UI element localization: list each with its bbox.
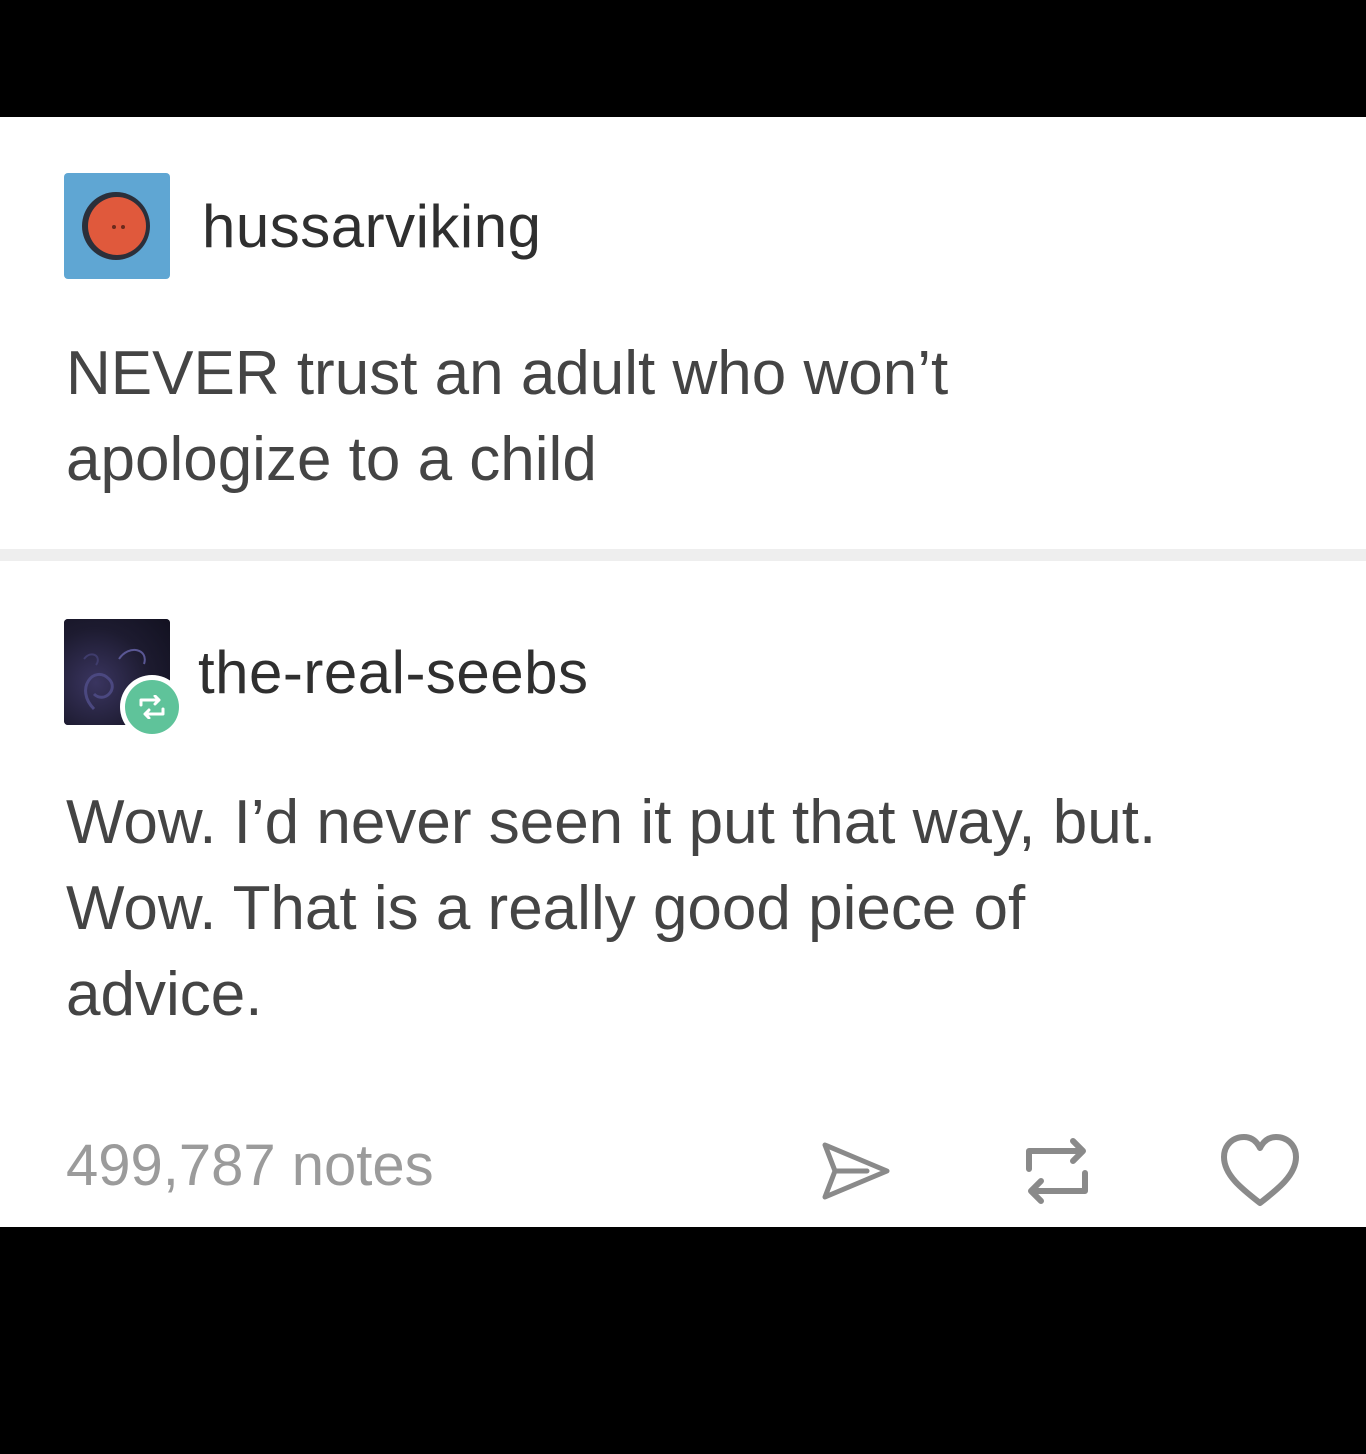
original-post: hussarviking NEVER trust an adult who wo… [0, 117, 1366, 549]
planet-face [88, 197, 146, 255]
post-divider [0, 549, 1366, 561]
username[interactable]: the-real-seebs [198, 638, 589, 707]
screenshot-frame: hussarviking NEVER trust an adult who wo… [0, 0, 1366, 1454]
reblog-icon [1026, 1138, 1088, 1204]
reblog-arrows-icon [139, 695, 165, 719]
share-icon [822, 1142, 890, 1200]
post-text-line: advice. [66, 960, 263, 1029]
notes-count[interactable]: 499,787 notes [66, 1132, 434, 1199]
post-text-line: Wow. That is a really good piece of [66, 874, 1026, 943]
post-footer: 499,787 notes [0, 1126, 1366, 1206]
share-button[interactable] [810, 1126, 900, 1216]
username[interactable]: hussarviking [202, 192, 542, 261]
heart-icon [1221, 1134, 1299, 1206]
avatar[interactable] [64, 173, 170, 279]
avatar[interactable] [64, 619, 184, 739]
reblog-button[interactable] [1012, 1126, 1102, 1216]
post-header: hussarviking [64, 173, 542, 279]
post-text-line: Wow. I’d never seen it put that way, but… [66, 788, 1157, 857]
avatar-eye [121, 225, 125, 229]
avatar-eye [112, 225, 116, 229]
post-text: NEVER trust an adult who won’t apologize… [66, 331, 1306, 503]
post-header: the-real-seebs [64, 619, 589, 739]
reblog-post: the-real-seebs Wow. I’d never seen it pu… [0, 562, 1366, 1227]
post-text: Wow. I’d never seen it put that way, but… [66, 780, 1306, 1038]
post-card: hussarviking NEVER trust an adult who wo… [0, 117, 1366, 1227]
like-button[interactable] [1215, 1126, 1305, 1216]
reblog-badge [120, 675, 184, 739]
post-text-paragraph: NEVER trust an adult who won’t apologize… [66, 339, 949, 494]
reblog-icon [125, 680, 179, 734]
